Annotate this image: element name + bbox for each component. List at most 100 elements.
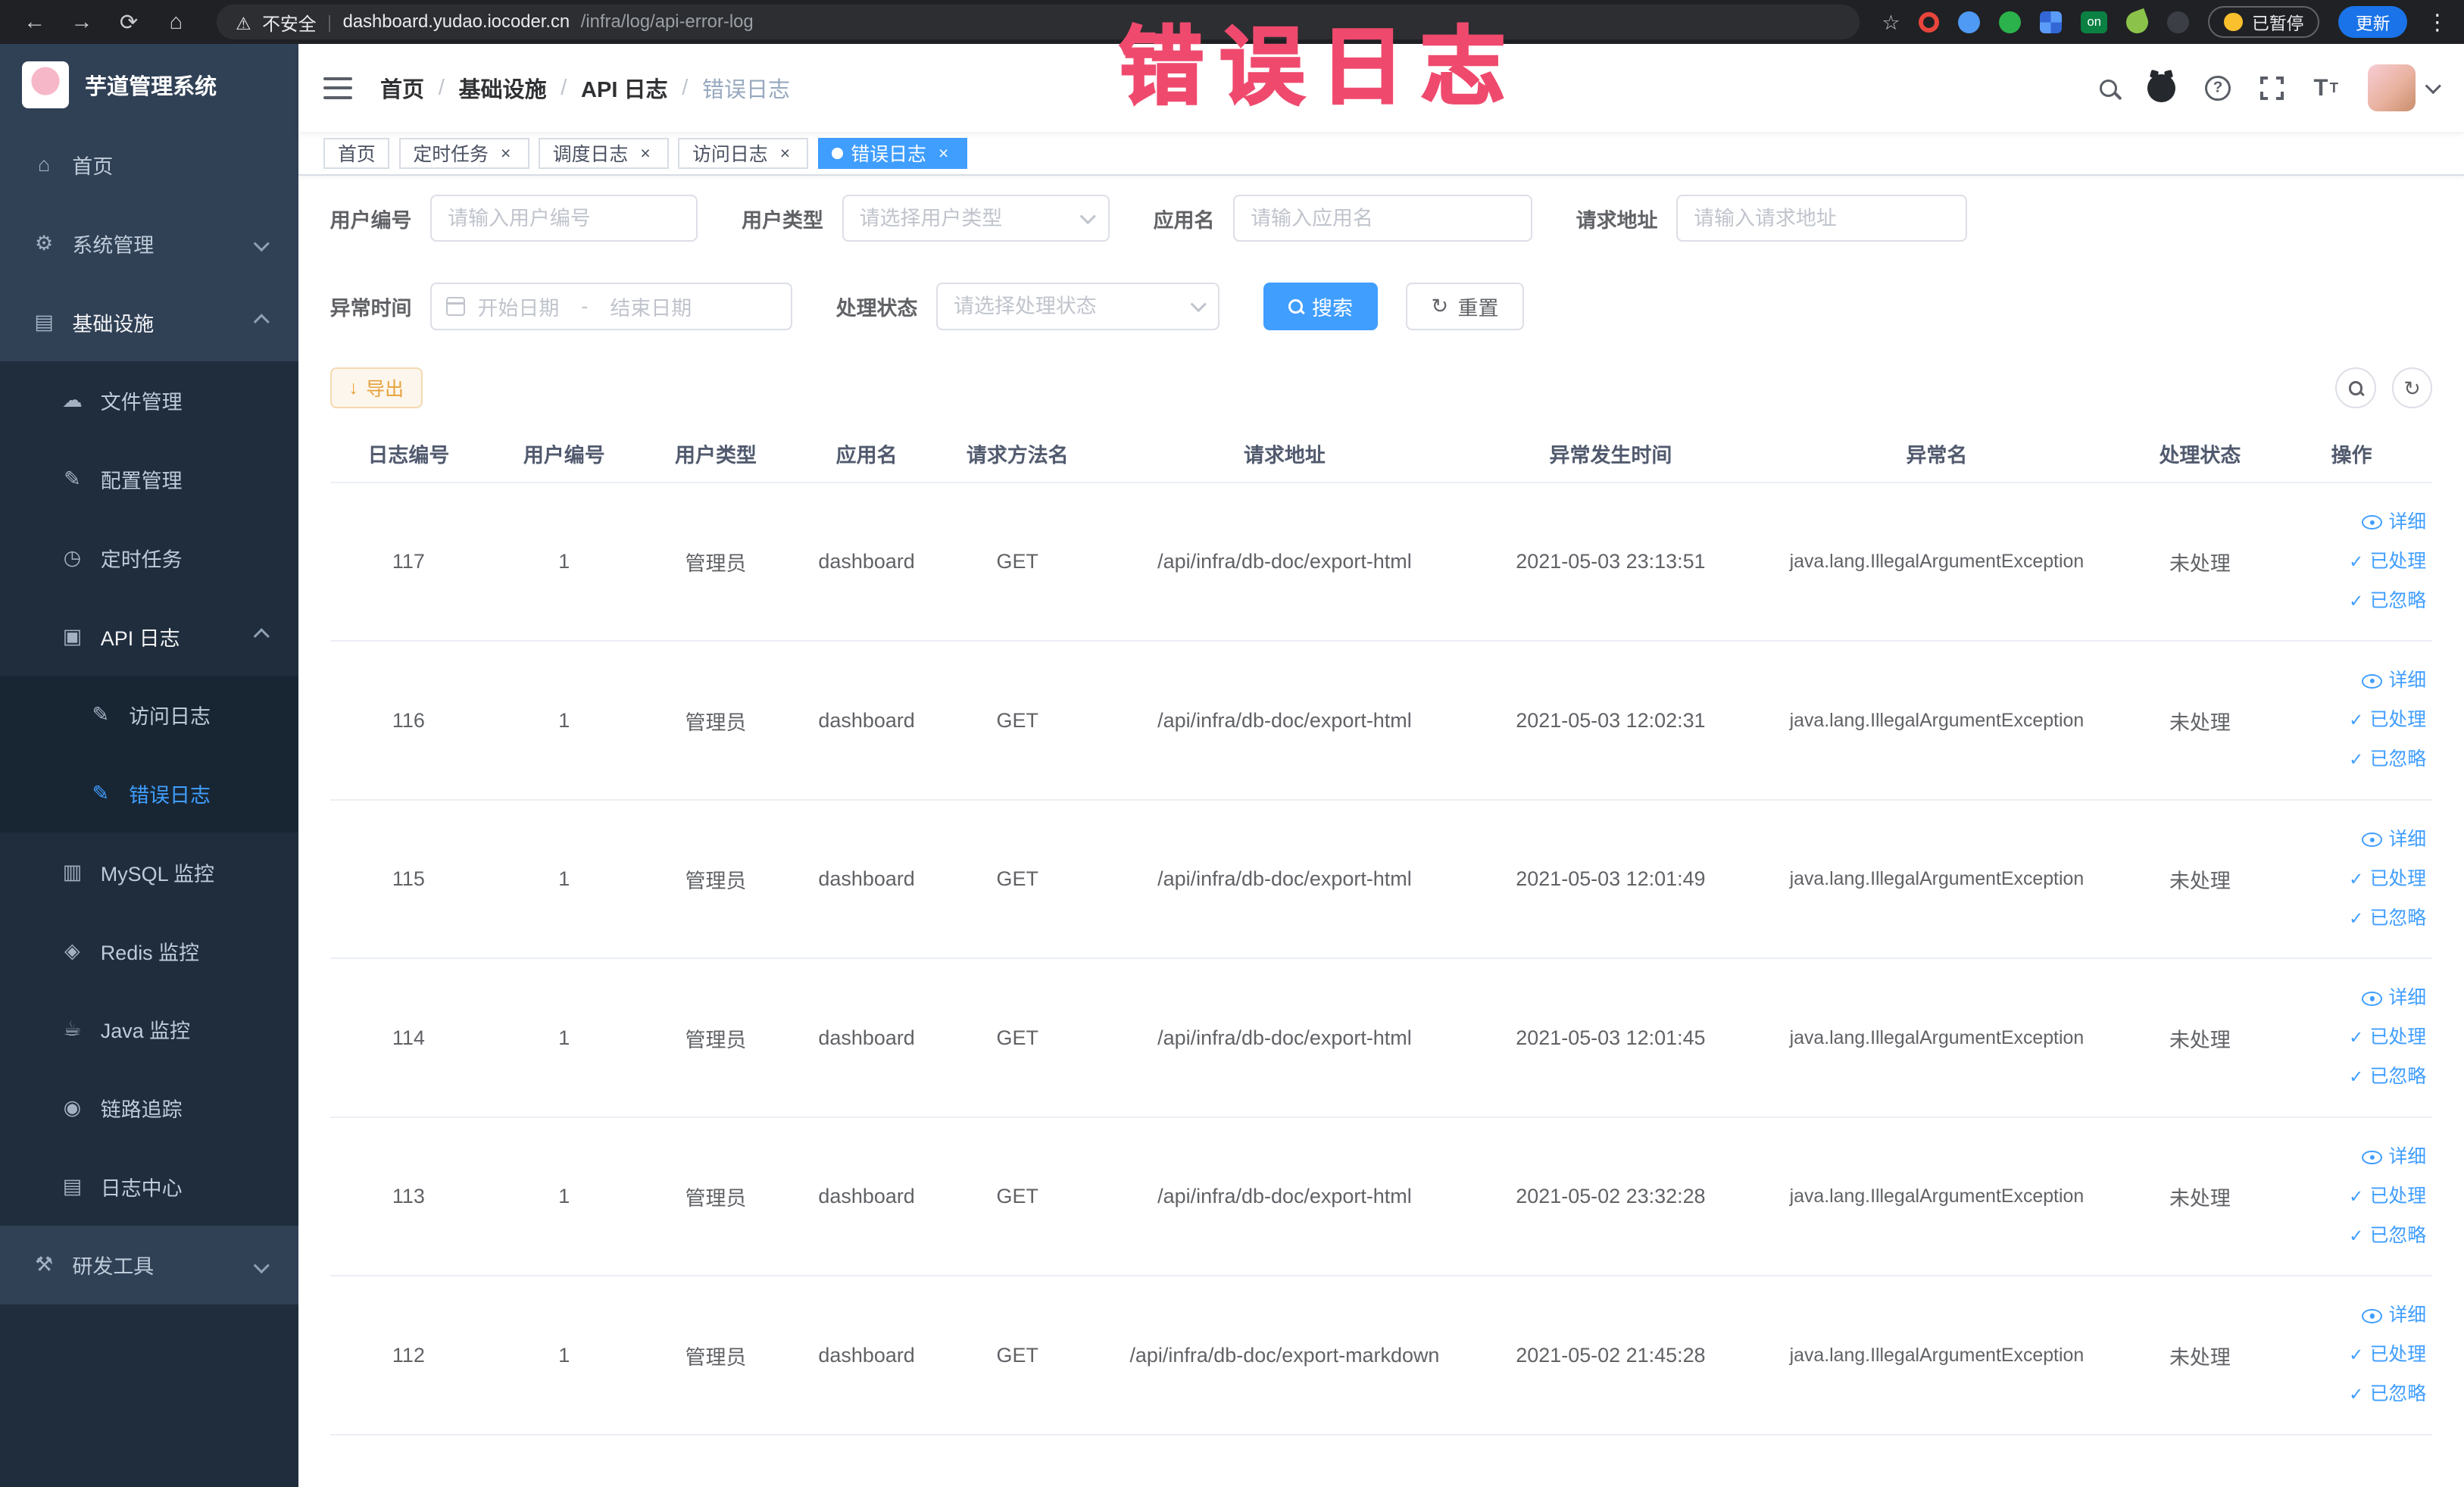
- processed-link[interactable]: 已处理: [2277, 1018, 2427, 1057]
- check-icon: [2349, 542, 2363, 582]
- ignored-link[interactable]: 已忽略: [2277, 1375, 2427, 1414]
- fullscreen-icon[interactable]: [2260, 76, 2284, 100]
- check-icon: [2349, 1335, 2363, 1375]
- sidebar-item-job[interactable]: 定时任务: [0, 518, 299, 598]
- error-log-table: 日志编号 用户编号 用户类型 应用名 请求方法名 请求地址 异常发生时间 异常名…: [329, 426, 2433, 1436]
- reset-button[interactable]: 重置: [1406, 283, 1524, 330]
- sidebar-item-access-log[interactable]: 访问日志: [0, 675, 299, 754]
- processed-link[interactable]: 已处理: [2277, 542, 2427, 582]
- paused-badge[interactable]: 已暂停: [2208, 6, 2320, 38]
- toolbar-right: [2319, 367, 2433, 409]
- breadcrumb-separator: /: [682, 75, 689, 100]
- logo: 芋道管理系统: [0, 44, 298, 126]
- search-button[interactable]: 搜索: [1263, 283, 1379, 330]
- extension-green-icon[interactable]: [1999, 11, 2022, 33]
- tab-job[interactable]: 定时任务: [398, 137, 529, 170]
- refresh-button[interactable]: [2391, 367, 2433, 409]
- filter-row-1: 用户编号 用户类型 应用名 请求: [330, 195, 2433, 242]
- detail-link[interactable]: 详细: [2277, 1138, 2426, 1177]
- sidebar-item-mysql[interactable]: MySQL 监控: [0, 833, 299, 912]
- tab-job-log[interactable]: 调度日志: [539, 137, 670, 170]
- extension-leaf-icon[interactable]: [2123, 8, 2152, 36]
- tab-access-log[interactable]: 访问日志: [678, 137, 809, 170]
- browser-menu-icon[interactable]: [2426, 8, 2448, 36]
- back-icon[interactable]: ←: [16, 5, 54, 39]
- sidebar-item-java[interactable]: Java 监控: [0, 989, 299, 1069]
- close-icon[interactable]: [496, 144, 515, 163]
- user-id-input[interactable]: [430, 195, 698, 242]
- tab-home[interactable]: 首页: [323, 137, 390, 170]
- extension-grid-icon[interactable]: [2040, 11, 2063, 33]
- cell-url: /api/infra/db-doc/export-html: [1091, 799, 1478, 960]
- github-icon[interactable]: [2147, 73, 2176, 102]
- process-status-select[interactable]: [936, 283, 1220, 330]
- date-range-picker[interactable]: 开始日期 - 结束日期: [430, 283, 792, 330]
- extension-red-icon[interactable]: [1919, 11, 1940, 33]
- table-header-row: 日志编号 用户编号 用户类型 应用名 请求方法名 请求地址 异常发生时间 异常名…: [329, 426, 2433, 483]
- close-icon[interactable]: [934, 144, 953, 163]
- detail-link[interactable]: 详细: [2277, 820, 2426, 860]
- ignored-link[interactable]: 已忽略: [2277, 1217, 2427, 1256]
- extension-on-badge[interactable]: on: [2081, 11, 2108, 33]
- sidebar-item-api-log[interactable]: API 日志: [0, 597, 299, 676]
- sidebar-item-home[interactable]: 首页: [0, 126, 298, 205]
- sidebar-item-config[interactable]: 配置管理: [0, 439, 299, 519]
- tab-error-log[interactable]: 错误日志: [817, 137, 967, 170]
- sidebar-item-trace[interactable]: 链路追踪: [0, 1068, 299, 1148]
- processed-link[interactable]: 已处理: [2277, 860, 2427, 899]
- ignored-link[interactable]: 已忽略: [2277, 740, 2427, 779]
- request-url-input[interactable]: [1676, 195, 1968, 242]
- extension-paw-icon[interactable]: [2167, 11, 2190, 33]
- sidebar-toggle-icon[interactable]: [323, 77, 352, 99]
- search-icon[interactable]: [2100, 79, 2118, 97]
- cell-method: GET: [942, 1117, 1092, 1277]
- sidebar-item-error-log[interactable]: 错误日志: [0, 754, 299, 833]
- warning-icon[interactable]: [236, 8, 251, 36]
- font-size-icon[interactable]: [2314, 74, 2338, 102]
- help-icon[interactable]: [2205, 75, 2231, 101]
- sidebar-item-file[interactable]: 文件管理: [0, 361, 299, 440]
- breadcrumb-api-log[interactable]: API 日志: [581, 72, 668, 104]
- close-icon[interactable]: [636, 144, 655, 163]
- detail-link[interactable]: 详细: [2277, 503, 2426, 542]
- detail-link[interactable]: 详细: [2277, 661, 2426, 701]
- reload-icon[interactable]: ⟳: [110, 5, 148, 39]
- check-icon: [2349, 1018, 2363, 1057]
- sidebar-item-redis[interactable]: Redis 监控: [0, 911, 299, 990]
- sidebar-item-infra[interactable]: 基础设施: [0, 283, 298, 361]
- sidebar-item-system[interactable]: 系统管理: [0, 205, 298, 283]
- detail-link[interactable]: 详细: [2277, 1296, 2426, 1335]
- update-button[interactable]: 更新: [2338, 6, 2408, 38]
- cell-log-id: 116: [329, 641, 488, 801]
- cell-time: 2021-05-03 12:01:49: [1477, 799, 1744, 960]
- redis-icon: [60, 939, 85, 963]
- sidebar-item-devtools[interactable]: 研发工具: [0, 1226, 298, 1304]
- cell-time: 2021-05-03 23:13:51: [1477, 482, 1744, 642]
- user-type-select[interactable]: [842, 195, 1110, 242]
- app-name-input[interactable]: [1233, 195, 1532, 242]
- forward-icon[interactable]: →: [63, 5, 101, 39]
- cell-exception: java.lang.IllegalArgumentException: [1744, 482, 2130, 642]
- sidebar-item-log-center[interactable]: 日志中心: [0, 1147, 299, 1226]
- user-menu[interactable]: [2368, 64, 2441, 112]
- bookmark-star-icon[interactable]: [1882, 8, 1900, 36]
- col-actions: 操作: [2270, 426, 2433, 483]
- ignored-link[interactable]: 已忽略: [2277, 1057, 2427, 1097]
- breadcrumb-home[interactable]: 首页: [380, 72, 424, 104]
- close-icon[interactable]: [776, 144, 795, 163]
- detail-link[interactable]: 详细: [2277, 979, 2426, 1018]
- processed-link[interactable]: 已处理: [2277, 1335, 2427, 1375]
- check-icon: [2349, 582, 2363, 621]
- ignored-link[interactable]: 已忽略: [2277, 582, 2427, 621]
- browser-home-icon[interactable]: ⌂: [157, 5, 195, 39]
- extension-blue-icon[interactable]: [1958, 11, 1981, 33]
- cell-app: dashboard: [790, 641, 943, 801]
- ignored-link[interactable]: 已忽略: [2277, 899, 2427, 939]
- processed-link[interactable]: 已处理: [2277, 1177, 2427, 1217]
- export-button[interactable]: 导出: [329, 367, 423, 409]
- address-bar[interactable]: 不安全 | dashboard.yudao.iocoder.cn/infra/l…: [217, 5, 1860, 39]
- processed-link[interactable]: 已处理: [2277, 701, 2427, 740]
- toggle-search-button[interactable]: [2334, 367, 2376, 409]
- breadcrumb-infra[interactable]: 基础设施: [458, 72, 546, 104]
- cell-url: /api/infra/db-doc/export-html: [1091, 641, 1478, 801]
